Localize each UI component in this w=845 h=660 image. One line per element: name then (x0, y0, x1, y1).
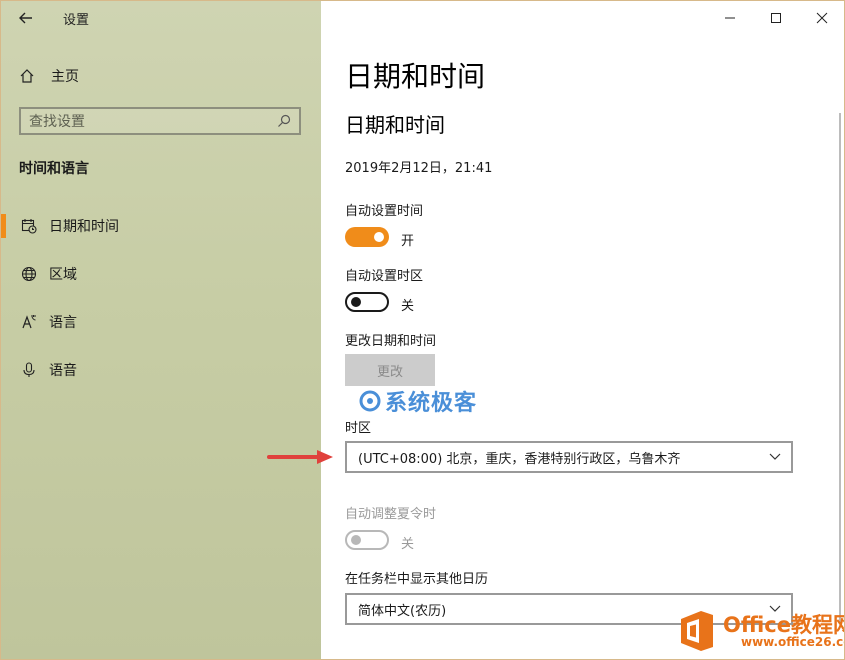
sidebar-item-speech[interactable]: 语音 (1, 355, 321, 385)
chevron-down-icon (769, 453, 781, 460)
timezone-value: (UTC+08:00) 北京，重庆，香港特别行政区，乌鲁木齐 (358, 451, 681, 467)
language-icon (19, 312, 39, 332)
search-icon (278, 114, 291, 127)
watermark-logo-icon (359, 390, 381, 412)
sidebar-item-date-time[interactable]: 日期和时间 (1, 211, 321, 241)
sidebar-item-label: 语言 (49, 315, 77, 331)
office-logo-icon (681, 611, 713, 651)
sidebar-item-label: 语音 (49, 363, 77, 379)
main-content: 日期和时间 日期和时间 2019年2月12日，21:41 自动设置时间 开 自动… (321, 1, 844, 659)
close-button[interactable] (799, 1, 844, 35)
minimize-icon (725, 17, 735, 19)
calendar-value: 简体中文(农历) (358, 603, 447, 619)
calendar-clock-icon (19, 216, 39, 236)
minimize-button[interactable] (707, 1, 753, 35)
sidebar-item-region[interactable]: 区域 (1, 259, 321, 289)
sidebar: 设置 主页 查找设置 时间和语言 日期和时间 区域 语言 语音 (1, 1, 321, 659)
section-label: 时间和语言 (19, 161, 89, 177)
logo-url: www.office26.com (741, 634, 844, 649)
auto-timezone-state: 关 (401, 299, 415, 314)
sidebar-item-label: 区域 (49, 267, 77, 283)
change-button[interactable]: 更改 (345, 354, 435, 386)
scrollbar[interactable] (839, 113, 841, 623)
watermark-text: 系统极客 (385, 391, 478, 416)
globe-icon (19, 264, 39, 284)
dst-state: 关 (401, 537, 415, 552)
current-datetime: 2019年2月12日，21:41 (345, 161, 493, 176)
auto-timezone-toggle[interactable] (345, 292, 389, 312)
sidebar-item-language[interactable]: 语言 (1, 307, 321, 337)
dst-toggle (345, 530, 389, 550)
logo-brand: Office教程网 (723, 612, 845, 637)
page-title: 日期和时间 (345, 60, 486, 93)
close-icon (816, 12, 828, 24)
auto-time-toggle[interactable] (345, 227, 389, 247)
sidebar-item-label: 日期和时间 (49, 219, 119, 235)
red-arrow-annotation (267, 450, 333, 464)
auto-timezone-label: 自动设置时区 (345, 269, 424, 284)
home-icon (20, 69, 34, 83)
app-title: 设置 (63, 13, 90, 28)
home-link[interactable]: 主页 (19, 65, 79, 87)
home-label: 主页 (51, 69, 79, 85)
timezone-label: 时区 (345, 421, 372, 436)
maximize-button[interactable] (753, 1, 799, 35)
calendar-label: 在任务栏中显示其他日历 (345, 572, 489, 587)
back-arrow-icon (19, 12, 32, 24)
maximize-icon (771, 13, 781, 23)
timezone-dropdown[interactable]: (UTC+08:00) 北京，重庆，香港特别行政区，乌鲁木齐 (345, 441, 793, 473)
dst-label: 自动调整夏令时 (345, 507, 437, 522)
office-logo: Office教程网 www.office26.com (677, 609, 845, 653)
search-placeholder: 查找设置 (29, 114, 85, 130)
auto-time-state: 开 (401, 234, 415, 249)
back-button[interactable] (11, 3, 41, 33)
settings-window: 设置 主页 查找设置 时间和语言 日期和时间 区域 语言 语音 日期和时间 日期… (0, 0, 845, 660)
change-datetime-label: 更改日期和时间 (345, 334, 437, 349)
search-input[interactable]: 查找设置 (19, 107, 301, 135)
auto-time-label: 自动设置时间 (345, 204, 424, 219)
microphone-icon (19, 360, 39, 380)
section-title: 日期和时间 (345, 113, 445, 137)
selection-indicator (1, 214, 6, 238)
watermark: 系统极客 (359, 385, 477, 417)
